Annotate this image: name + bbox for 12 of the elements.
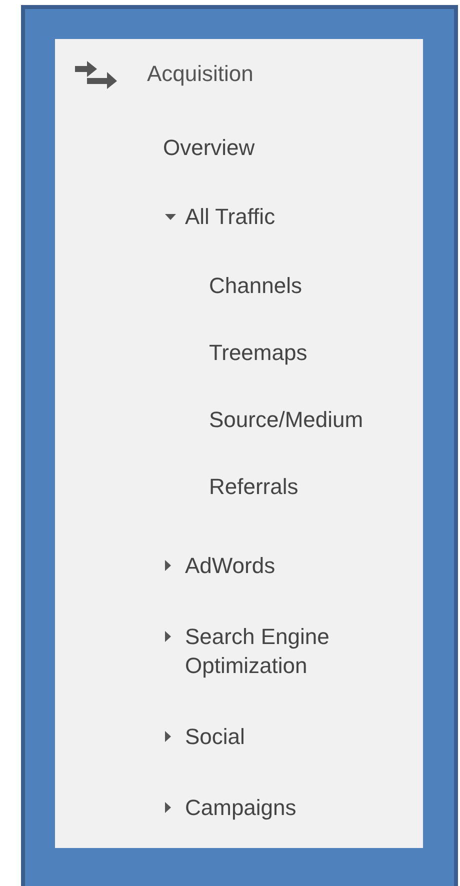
nav-group[interactable]: All Traffic <box>185 202 276 231</box>
nav-link[interactable]: Channels <box>209 271 302 300</box>
nav-link[interactable]: Source/Medium <box>209 405 364 434</box>
nav-link[interactable]: Overview <box>163 133 255 162</box>
nav-link[interactable]: Treemaps <box>209 338 308 367</box>
nav-link[interactable]: Referrals <box>209 472 298 501</box>
arrows-icon <box>75 59 117 89</box>
section-title[interactable]: Acquisition <box>147 59 254 89</box>
nav-group[interactable]: Search Engine Optimization <box>185 622 395 680</box>
nav-group[interactable]: Campaigns <box>185 793 296 822</box>
nav-group[interactable]: AdWords <box>185 551 276 580</box>
nav-group[interactable]: Social <box>185 722 245 751</box>
